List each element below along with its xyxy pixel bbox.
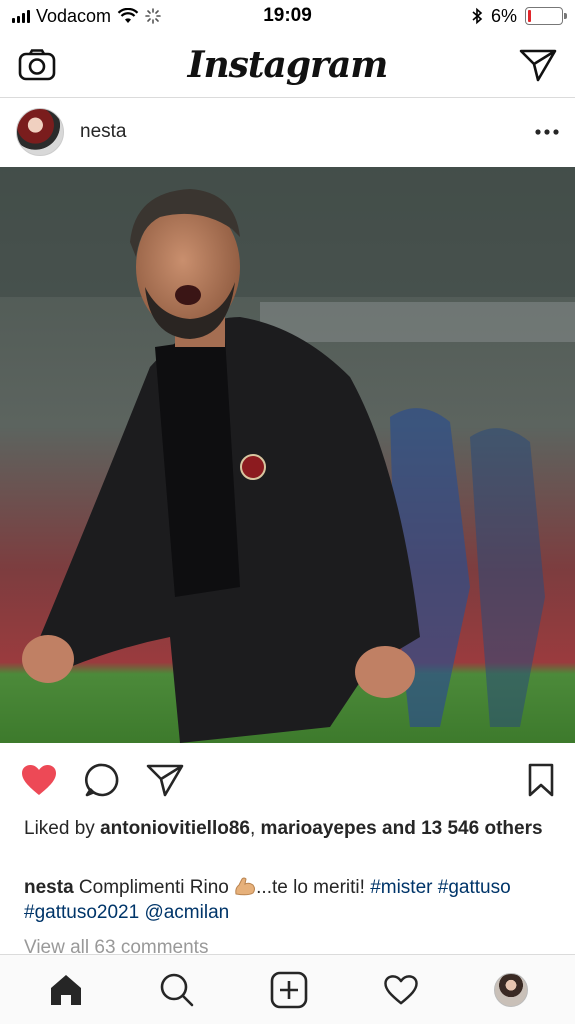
share-icon[interactable] [146,763,184,797]
signal-icon [12,9,30,23]
camera-icon[interactable] [18,48,56,81]
battery-level [528,10,531,22]
comment-icon[interactable] [84,762,120,798]
like-heart-icon[interactable] [20,763,58,797]
caption-text-2: ...te lo meriti! [256,877,365,898]
new-post-icon[interactable] [270,971,308,1009]
hashtag-gattuso[interactable]: #gattuso [438,877,511,898]
likes-count[interactable]: and 13 546 others [382,818,543,839]
app-header: Instagram [0,32,575,98]
activity-heart-icon[interactable] [383,974,419,1006]
activity-spinner-icon [145,8,161,24]
bookmark-icon[interactable] [527,763,555,797]
flexed-biceps-emoji-icon [234,876,256,896]
post-author-avatar[interactable] [16,108,64,156]
post-header: nesta [0,98,575,166]
liker-link-2[interactable]: marioayepes [261,818,377,839]
more-options-icon[interactable] [535,129,559,135]
carrier-label: Vodacom [36,5,112,26]
search-icon[interactable] [159,972,195,1008]
bluetooth-icon [471,7,483,25]
home-icon[interactable] [48,973,84,1007]
wifi-icon [117,8,139,24]
likes-summary: Liked by antoniovitiello86, marioayepes … [24,816,554,841]
battery-icon [525,7,567,25]
bottom-nav [0,954,575,1024]
status-right: 6% [403,5,567,27]
post-actions [0,756,575,804]
hashtag-mister[interactable]: #mister [370,877,432,898]
caption-username[interactable]: nesta [24,877,74,898]
profile-avatar[interactable] [493,972,528,1007]
battery-percent: 6% [490,5,517,26]
status-bar: Vodacom 19:09 6% [0,0,575,32]
status-time: 19:09 [263,5,312,26]
post-caption: nesta Complimenti Rino ...te lo meriti! … [24,875,554,925]
instagram-logo: Instagram [187,43,389,86]
liker-link-1[interactable]: antoniovitiello86 [100,818,250,839]
direct-message-icon[interactable] [519,48,557,82]
post-photo[interactable] [0,167,575,743]
post-username[interactable]: nesta [80,121,535,143]
mention-acmilan[interactable]: @acmilan [144,902,229,923]
caption-text: Complimenti Rino [78,877,229,898]
likes-prefix: Liked by [24,818,95,839]
hashtag-gattuso2021[interactable]: #gattuso2021 [24,902,139,923]
likes-separator: , [249,818,256,839]
